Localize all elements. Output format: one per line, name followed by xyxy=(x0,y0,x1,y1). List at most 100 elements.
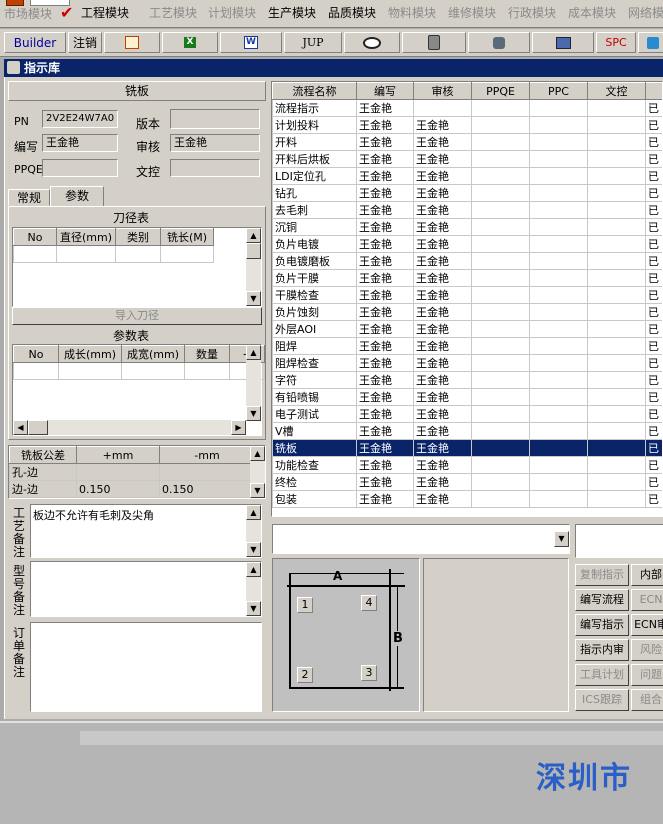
cell-process-name[interactable]: 阻焊 xyxy=(272,337,357,355)
cell-author[interactable]: 王金艳 xyxy=(356,201,414,219)
cell-author[interactable]: 王金艳 xyxy=(356,133,414,151)
tol-row-plus[interactable]: 0.150 xyxy=(76,480,160,498)
cell-status[interactable]: 已 xyxy=(645,116,662,134)
cell-doc-control[interactable] xyxy=(587,456,646,474)
ecn-button[interactable]: ECN xyxy=(631,589,663,611)
monitor-button[interactable] xyxy=(532,32,594,53)
cell-ppqe[interactable] xyxy=(471,388,530,406)
cell-ppc[interactable] xyxy=(529,218,588,236)
tool-plan-button[interactable]: 工具计划 xyxy=(575,664,629,686)
table-row[interactable]: 开料后烘板 王金艳 王金艳已 xyxy=(272,150,662,168)
tool-col-diameter[interactable]: 直径(mm) xyxy=(56,228,116,246)
tool-col-type[interactable]: 类别 xyxy=(115,228,161,246)
scroll-down-icon[interactable]: ▼ xyxy=(250,483,265,498)
pn-field[interactable]: 2V2E24W7A0 xyxy=(42,110,118,128)
cell-ppc[interactable] xyxy=(529,320,588,338)
cell-status[interactable]: 已 xyxy=(645,371,662,389)
table-row[interactable]: 负片蚀刻 王金艳 王金艳已 xyxy=(272,303,662,321)
tools-button[interactable] xyxy=(468,32,530,53)
col-review[interactable]: 审核 xyxy=(413,82,472,100)
scroll-left-icon[interactable]: ◀ xyxy=(13,420,28,435)
cell-doc-control[interactable] xyxy=(587,286,646,304)
cell-ppqe[interactable] xyxy=(471,184,530,202)
tol-row-minus[interactable] xyxy=(159,463,255,481)
cell-ppc[interactable] xyxy=(529,405,588,423)
scroll-up-icon[interactable]: ▲ xyxy=(246,562,261,577)
tol-col-plus[interactable]: +mm xyxy=(76,446,160,464)
ecn-review-button[interactable]: ECN审 xyxy=(631,614,663,636)
cell-doc-control[interactable] xyxy=(587,116,646,134)
cell-process-name[interactable]: 负片干膜 xyxy=(272,269,357,287)
cell-review[interactable]: 王金艳 xyxy=(413,388,472,406)
cell-review[interactable]: 王金艳 xyxy=(413,116,472,134)
cell-ppqe[interactable] xyxy=(471,150,530,168)
table-row[interactable]: 负片电镀 王金艳 王金艳已 xyxy=(272,235,662,253)
cell-ppc[interactable] xyxy=(529,371,588,389)
cell-review[interactable]: 王金艳 xyxy=(413,490,472,508)
cell-ppqe[interactable] xyxy=(471,439,530,457)
cell-doc-control[interactable] xyxy=(587,371,646,389)
report-button[interactable] xyxy=(104,32,160,53)
ics-track-button[interactable]: ICS跟踪 xyxy=(575,689,629,711)
cell-author[interactable]: 王金艳 xyxy=(356,269,414,287)
cell-ppc[interactable] xyxy=(529,286,588,304)
issue-button[interactable]: 问题 xyxy=(631,664,663,686)
cell-status[interactable]: 已 xyxy=(645,133,662,151)
cell-status[interactable]: 已 xyxy=(645,456,662,474)
cell-author[interactable]: 王金艳 xyxy=(356,184,414,202)
cell-author[interactable]: 王金艳 xyxy=(356,422,414,440)
cell-process-name[interactable]: 外层AOI xyxy=(272,320,357,338)
cell-process-name[interactable]: 开料 xyxy=(272,133,357,151)
col-ppc[interactable]: PPC xyxy=(529,82,588,100)
cell-ppqe[interactable] xyxy=(471,337,530,355)
tol-col-name[interactable]: 铣板公差 xyxy=(9,446,77,464)
table-row[interactable]: 流程指示 王金艳 已 xyxy=(272,99,662,117)
cell-review[interactable]: 王金艳 xyxy=(413,354,472,372)
help-button[interactable] xyxy=(638,32,663,53)
menu-quality[interactable]: 品质模块 xyxy=(328,4,376,21)
table-row[interactable]: 外层AOI 王金艳 王金艳已 xyxy=(272,320,662,338)
cell-ppc[interactable] xyxy=(529,303,588,321)
chevron-down-icon[interactable]: ▼ xyxy=(554,531,569,547)
menu-material[interactable]: 物料模块 xyxy=(388,4,436,21)
instruction-review-button[interactable]: 指示内审 xyxy=(575,639,629,661)
order-note-field[interactable] xyxy=(30,622,262,712)
cell-review[interactable]: 王金艳 xyxy=(413,235,472,253)
cell-status[interactable]: 已 xyxy=(645,218,662,236)
cell-review[interactable]: 王金艳 xyxy=(413,252,472,270)
cell-doc-control[interactable] xyxy=(587,184,646,202)
cell-author[interactable]: 王金艳 xyxy=(356,405,414,423)
menu-maintenance[interactable]: 维修模块 xyxy=(448,4,496,21)
excel-button[interactable]: X xyxy=(162,32,218,53)
cell-doc-control[interactable] xyxy=(587,99,646,117)
cell-ppc[interactable] xyxy=(529,354,588,372)
cell-ppc[interactable] xyxy=(529,422,588,440)
edit-instruction-button[interactable]: 编写指示 xyxy=(575,614,629,636)
version-field[interactable] xyxy=(170,109,260,129)
cell-author[interactable]: 王金艳 xyxy=(356,99,414,117)
table-row[interactable]: 功能检查 王金艳 王金艳已 xyxy=(272,456,662,474)
cell-author[interactable]: 王金艳 xyxy=(356,286,414,304)
table-row[interactable]: 电子测试 王金艳 王金艳已 xyxy=(272,405,662,423)
cell-ppc[interactable] xyxy=(529,184,588,202)
cell-review[interactable]: 王金艳 xyxy=(413,133,472,151)
cell-ppc[interactable] xyxy=(529,252,588,270)
cell-author[interactable]: 王金艳 xyxy=(356,439,414,457)
cell-doc-control[interactable] xyxy=(587,201,646,219)
cell-author[interactable]: 王金艳 xyxy=(356,473,414,491)
cell-review[interactable]: 王金艳 xyxy=(413,405,472,423)
word-button[interactable]: W xyxy=(220,32,282,53)
doc-control-field[interactable] xyxy=(170,159,260,177)
param-table-vscroll[interactable]: ▲ ▼ xyxy=(246,345,261,421)
table-row[interactable]: 计划投料 王金艳 王金艳已 xyxy=(272,116,662,134)
scroll-down-icon[interactable]: ▼ xyxy=(246,406,261,421)
process-note-scrollbar[interactable]: ▲ ▼ xyxy=(246,505,261,557)
cell-author[interactable]: 王金艳 xyxy=(356,235,414,253)
col-doc-control[interactable]: 文控 xyxy=(587,82,646,100)
cell-review[interactable]: 王金艳 xyxy=(413,320,472,338)
tool-col-no[interactable]: No xyxy=(13,228,57,246)
cell-author[interactable]: 王金艳 xyxy=(356,116,414,134)
cell-author[interactable]: 王金艳 xyxy=(356,167,414,185)
table-row[interactable]: 边-边 0.150 0.150 xyxy=(9,480,255,498)
cell-doc-control[interactable] xyxy=(587,337,646,355)
